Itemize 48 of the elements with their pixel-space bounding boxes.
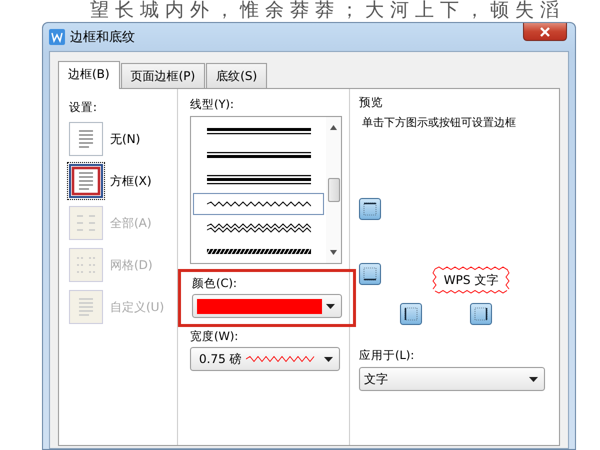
border-side-icon [363, 202, 377, 216]
line-sample-icon [206, 174, 310, 186]
close-icon [539, 26, 551, 36]
setting-label: 无(N) [110, 130, 140, 148]
apply-to-label: 应用于(L): [359, 348, 414, 363]
caret-icon [324, 356, 333, 362]
wave-line-icon [246, 355, 316, 363]
scroll-down-icon[interactable] [330, 250, 337, 255]
scrollbar[interactable] [326, 117, 341, 263]
width-value: 0.75 磅 [199, 350, 242, 368]
line-sample-icon [206, 222, 310, 234]
border-left-button[interactable] [400, 303, 422, 325]
border-right-button[interactable] [470, 303, 492, 325]
color-dropdown[interactable] [192, 294, 342, 318]
color-label: 颜色(C): [192, 276, 238, 291]
setting-label: 网格(D) [110, 256, 153, 274]
caret-icon [529, 376, 538, 382]
tab[interactable]: 页面边框(P) [120, 63, 206, 88]
setting-label: 方框(X) [110, 172, 152, 190]
apply-to-dropdown[interactable]: 文字 [359, 367, 545, 391]
document-text: 望长城内外，惟余莽莽；大河上下，顿失滔 [90, 0, 565, 21]
close-button[interactable] [523, 23, 567, 41]
border-setting-icon[interactable] [69, 122, 103, 156]
setting-label: 全部(A) [110, 214, 152, 232]
preview-sample[interactable]: WPS 文字 [432, 266, 510, 294]
border-side-icon [474, 307, 488, 321]
line-style-list[interactable] [190, 116, 342, 264]
tab[interactable]: 边框(B) [58, 61, 120, 89]
width-label: 宽度(W): [190, 329, 238, 344]
setting-label: 自定义(U) [110, 298, 164, 316]
window-title: 边框和底纹 [70, 29, 135, 46]
tab[interactable]: 底纹(S) [206, 63, 268, 88]
preview-label: 预览 [359, 95, 383, 110]
apply-to-value: 文字 [364, 370, 388, 388]
border-setting-icon[interactable] [69, 164, 103, 198]
scroll-thumb[interactable] [328, 178, 340, 202]
width-dropdown[interactable]: 0.75 磅 [190, 347, 340, 371]
border-side-icon [363, 267, 377, 281]
border-top-button[interactable] [359, 198, 381, 220]
line-style-option[interactable] [193, 193, 324, 215]
line-style-label: 线型(Y): [190, 97, 234, 112]
settings-label: 设置: [69, 100, 97, 114]
border-side-icon [404, 307, 418, 321]
border-bottom-button[interactable] [359, 263, 381, 285]
scroll-up-icon[interactable] [330, 125, 337, 130]
preview-hint: 单击下方图示或按钮可设置边框 [362, 115, 516, 130]
caret-icon [326, 304, 335, 308]
app-icon [49, 29, 65, 45]
